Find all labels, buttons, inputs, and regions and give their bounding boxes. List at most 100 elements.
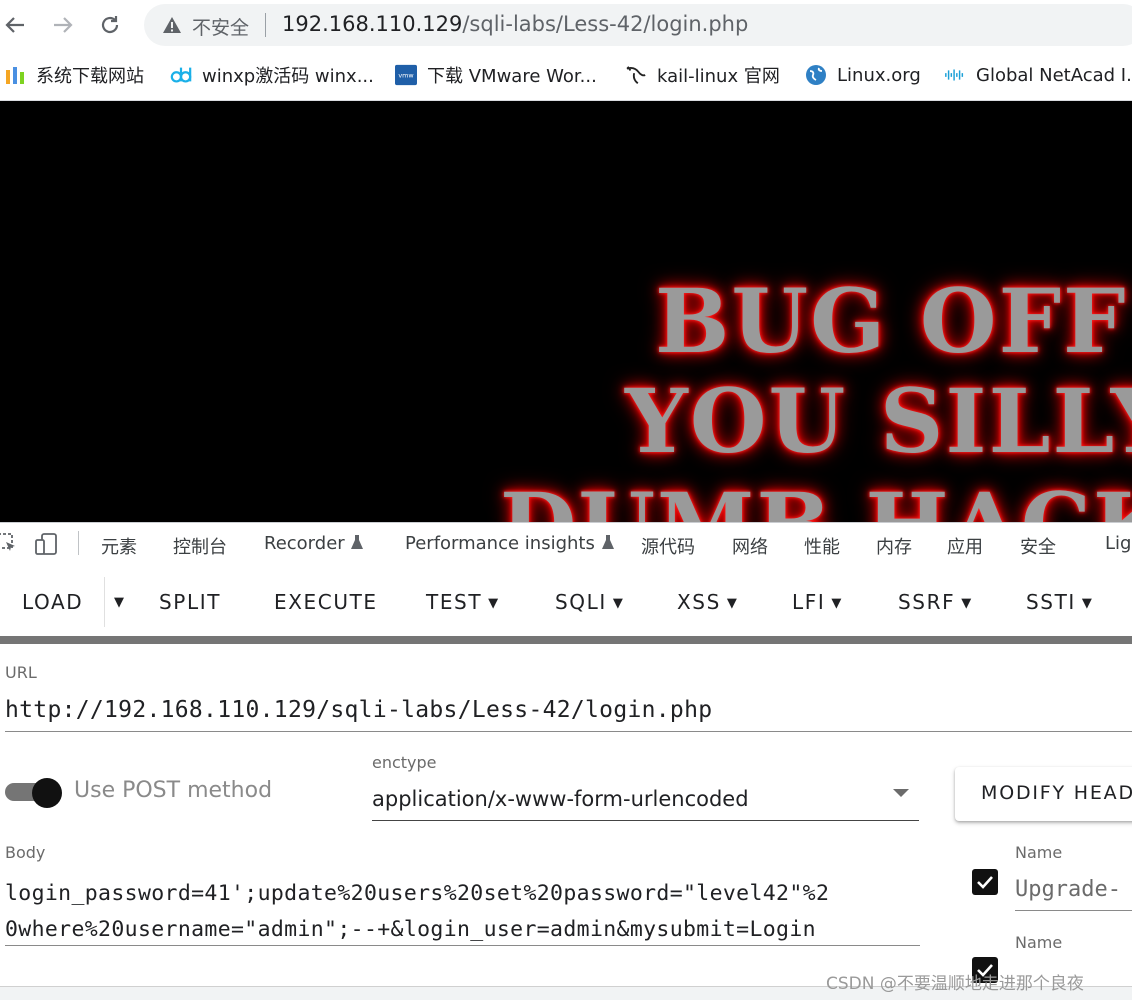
watermark: CSDN @不要温顺地走进那个良夜 (826, 974, 1084, 994)
xss-menu-button[interactable]: XSS ▼ (677, 590, 739, 614)
bookmark-item[interactable]: 系统下载网站 (4, 62, 144, 88)
load-button[interactable]: LOAD (22, 590, 83, 614)
test-menu-button[interactable]: TEST ▼ (426, 590, 500, 614)
headline-line-2: YOU SILLY (625, 369, 1132, 473)
bookmark-item[interactable]: kail-linux 官网 (625, 62, 780, 88)
modify-headers-label: MODIFY HEAD (981, 782, 1132, 804)
enctype-underline (372, 820, 919, 821)
select-arrow-icon[interactable] (892, 787, 910, 799)
tab-performance-insights-label: Performance insights (405, 533, 595, 554)
hackbar-toolbar: LOAD ▼ SPLIT EXECUTE TEST ▼ SQLI ▼ XSS ▼ LF… (0, 565, 1132, 637)
post-switch-knob[interactable] (32, 778, 62, 808)
vmware-icon: vmw (395, 64, 417, 86)
bookmark-item[interactable]: Global NetAcad I... (944, 62, 1132, 88)
body-underline (5, 945, 920, 946)
tab-security[interactable]: 安全 (1020, 533, 1056, 559)
load-dropdown-caret-icon[interactable]: ▼ (114, 595, 126, 610)
caret-down-icon: ▼ (961, 596, 973, 611)
body-textarea[interactable]: login_password=41';update%20users%20set%… (5, 876, 920, 948)
enctype-label: enctype (372, 753, 437, 772)
bookmark-item[interactable]: Linux.org (805, 62, 921, 88)
tab-performance[interactable]: 性能 (804, 533, 840, 559)
lfi-label: LFI (792, 590, 826, 614)
inspect-element-icon[interactable] (0, 532, 18, 554)
lfi-menu-button[interactable]: LFI ▼ (792, 590, 843, 614)
reload-button[interactable] (95, 10, 125, 40)
bookmark-label: Global NetAcad I... (976, 64, 1132, 86)
site-logo-icon (4, 64, 26, 86)
flask-icon (601, 535, 614, 549)
devtools-tabbar: 元素 控制台 Recorder Performance insights 源代码… (0, 522, 1132, 566)
tab-application[interactable]: 应用 (947, 533, 983, 559)
caret-down-icon: ▼ (612, 596, 625, 611)
post-method-label: Use POST method (74, 778, 273, 803)
caret-down-icon: ▼ (1081, 596, 1094, 611)
test-label: TEST (426, 590, 483, 614)
back-arrow-icon (5, 17, 24, 33)
headline-line-3: DUMB HACKER (500, 473, 1132, 522)
flask-icon (351, 535, 364, 549)
tab-elements[interactable]: 元素 (101, 533, 137, 559)
body-line-1: login_password=41';update%20users%20set%… (5, 881, 830, 906)
enctype-select[interactable]: application/x-www-form-urlencoded (372, 787, 749, 811)
ssrf-menu-button[interactable]: SSRF ▼ (898, 590, 973, 614)
header-name-label: Name (1015, 933, 1063, 952)
reload-icon (101, 16, 119, 34)
caret-down-icon: ▼ (831, 596, 843, 611)
execute-button[interactable]: EXECUTE (274, 590, 378, 614)
back-button[interactable] (0, 10, 30, 40)
bookmark-item[interactable]: winxp激活码 winx... (170, 62, 374, 88)
device-toolbar-icon[interactable] (34, 532, 58, 556)
forward-button[interactable] (48, 10, 78, 40)
svg-text:vmw: vmw (398, 72, 413, 80)
forward-arrow-icon (54, 17, 73, 33)
sqli-label: SQLI (555, 590, 607, 614)
sqli-menu-button[interactable]: SQLI ▼ (555, 590, 625, 614)
url-input[interactable]: http://192.168.110.129/sqli-labs/Less-42… (5, 697, 712, 723)
header-name-label: Name (1015, 843, 1063, 862)
tab-sources[interactable]: 源代码 (641, 533, 695, 559)
globe-icon (805, 64, 827, 86)
checkmark-icon (977, 876, 993, 889)
ssti-label: SSTI (1026, 590, 1076, 614)
bookmark-label: kail-linux 官网 (657, 66, 780, 87)
url-host: 192.168.110.129 (282, 12, 463, 36)
caret-down-icon: ▼ (488, 596, 500, 611)
warning-icon[interactable] (162, 16, 182, 34)
bookmark-label: Linux.org (837, 64, 921, 86)
security-label: 不安全 (192, 17, 250, 39)
tab-recorder[interactable]: Recorder (264, 533, 364, 554)
body-label: Body (5, 843, 46, 862)
omnibox-separator (265, 13, 266, 37)
headline-line-1: BUG OFF (655, 269, 1128, 373)
page-content: BUG OFF YOU SILLY DUMB HACKER (0, 101, 1132, 522)
bookmark-label: winxp激活码 winx... (202, 66, 374, 87)
url-path: /sqli-labs/Less-42/login.php (462, 12, 749, 36)
tab-memory[interactable]: 内存 (876, 533, 912, 559)
modify-headers-button[interactable]: MODIFY HEAD (955, 767, 1132, 821)
xss-label: XSS (677, 590, 721, 614)
toolbar-divider (104, 577, 105, 627)
bookmark-label: 系统下载网站 (36, 66, 144, 87)
browser-toolbar: 不安全 192.168.110.129/sqli-labs/Less-42/lo… (0, 0, 1132, 52)
tab-console[interactable]: 控制台 (173, 533, 227, 559)
tab-separator (78, 531, 79, 555)
ssrf-label: SSRF (898, 590, 956, 614)
bookmarks-bar: 系统下载网站 winxp激活码 winx... vmw 下载 VMware Wo… (0, 52, 1132, 101)
bookmark-item[interactable]: vmw 下载 VMware Wor... (395, 62, 597, 88)
tab-network[interactable]: 网络 (732, 533, 768, 559)
split-button[interactable]: SPLIT (159, 590, 221, 614)
tab-performance-insights[interactable]: Performance insights (405, 533, 615, 554)
address-bar[interactable]: 不安全 192.168.110.129/sqli-labs/Less-42/lo… (144, 4, 1132, 46)
header-name-input[interactable]: Upgrade- (1015, 877, 1121, 902)
tab-lighthouse[interactable]: Ligh (1105, 533, 1132, 554)
url-label: URL (5, 663, 37, 682)
caret-down-icon: ▼ (726, 596, 739, 611)
body-line-2: 0where%20username="admin";--+&login_user… (5, 917, 816, 942)
ssti-menu-button[interactable]: SSTI ▼ (1026, 590, 1094, 614)
header-checkbox[interactable] (972, 869, 998, 895)
hackbar-progress-bar (0, 636, 1132, 644)
address-url[interactable]: 192.168.110.129/sqli-labs/Less-42/login.… (282, 12, 748, 36)
tab-recorder-label: Recorder (264, 533, 345, 554)
kali-dragon-icon (625, 64, 647, 86)
